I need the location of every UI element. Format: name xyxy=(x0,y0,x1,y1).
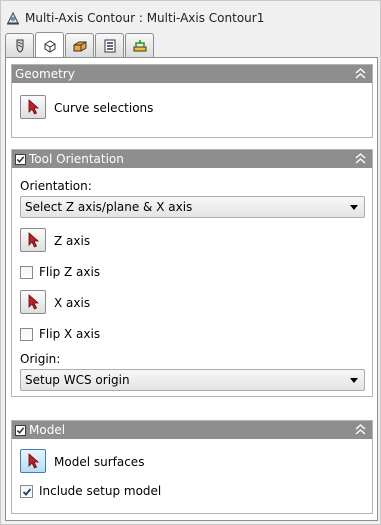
geometry-group-header[interactable]: Geometry xyxy=(12,65,372,83)
tab-geometry[interactable] xyxy=(35,32,64,58)
selection-arrow-icon xyxy=(28,232,40,248)
orientation-label: Orientation: xyxy=(20,179,92,193)
selection-arrow-icon xyxy=(28,294,40,310)
tool-orientation-group-header[interactable]: Tool Orientation xyxy=(12,150,372,168)
chevron-down-icon xyxy=(350,378,358,383)
tab-linking[interactable] xyxy=(125,33,154,57)
x-axis-button[interactable] xyxy=(20,290,46,314)
flip-x-label: Flip X axis xyxy=(39,327,101,341)
tool-icon xyxy=(16,39,23,53)
dialog-window: Multi-Axis Contour : Multi-Axis Contour1 xyxy=(0,0,381,525)
linking-icon xyxy=(133,39,146,51)
include-setup-model-checkbox[interactable] xyxy=(20,485,33,498)
flip-x-checkbox[interactable] xyxy=(20,328,33,341)
z-axis-label: Z axis xyxy=(54,234,91,248)
orientation-value: Select Z axis/plane & X axis xyxy=(25,200,193,214)
tool-orientation-group-title: Tool Orientation xyxy=(29,152,124,166)
geometry-tab-icon xyxy=(44,39,55,53)
model-group-header[interactable]: Model xyxy=(12,421,372,439)
orientation-dropdown[interactable]: Select Z axis/plane & X axis xyxy=(20,196,365,218)
include-setup-model-label: Include setup model xyxy=(39,484,162,498)
collapse-icon[interactable] xyxy=(355,153,366,164)
checkmark-icon xyxy=(16,155,25,163)
collapse-icon[interactable] xyxy=(355,68,366,79)
chevron-down-icon xyxy=(350,205,358,210)
selection-arrow-icon xyxy=(28,99,40,115)
origin-label: Origin: xyxy=(20,352,61,366)
tool-orientation-checkbox[interactable] xyxy=(15,153,26,165)
model-surfaces-label: Model surfaces xyxy=(54,455,145,469)
x-axis-label: X axis xyxy=(54,296,91,310)
geometry-group: Geometry Curve selections xyxy=(11,64,373,138)
tab-heights[interactable] xyxy=(65,33,94,57)
model-group: Model Model surfaces Include setup model xyxy=(11,420,373,514)
model-group-title: Model xyxy=(29,423,66,437)
model-checkbox[interactable] xyxy=(15,424,26,436)
tab-passes[interactable] xyxy=(95,33,124,57)
heights-icon xyxy=(73,41,86,51)
tab-tool[interactable] xyxy=(5,33,34,57)
curve-selections-button[interactable] xyxy=(20,95,46,119)
model-surfaces-button[interactable] xyxy=(20,449,46,473)
z-axis-button[interactable] xyxy=(20,228,46,252)
geometry-group-title: Geometry xyxy=(15,67,75,81)
multi-axis-contour-icon xyxy=(7,11,19,25)
flip-z-checkbox[interactable] xyxy=(20,266,33,279)
tab-content-area: Geometry Curve selections Tool Orientati… xyxy=(5,58,378,521)
window-title: Multi-Axis Contour : Multi-Axis Contour1 xyxy=(25,11,265,25)
checkmark-icon xyxy=(22,488,32,496)
origin-value: Setup WCS origin xyxy=(25,373,130,387)
title-bar: Multi-Axis Contour : Multi-Axis Contour1 xyxy=(5,7,375,29)
checkmark-icon xyxy=(16,426,25,434)
flip-z-label: Flip Z axis xyxy=(39,265,101,279)
selection-arrow-icon xyxy=(28,453,40,469)
collapse-icon[interactable] xyxy=(355,424,366,435)
tab-strip xyxy=(5,31,377,58)
curve-selections-label: Curve selections xyxy=(54,101,154,115)
passes-icon xyxy=(104,39,115,52)
tool-orientation-group: Tool Orientation Orientation: Select Z a… xyxy=(11,149,373,397)
origin-dropdown[interactable]: Setup WCS origin xyxy=(20,369,365,391)
